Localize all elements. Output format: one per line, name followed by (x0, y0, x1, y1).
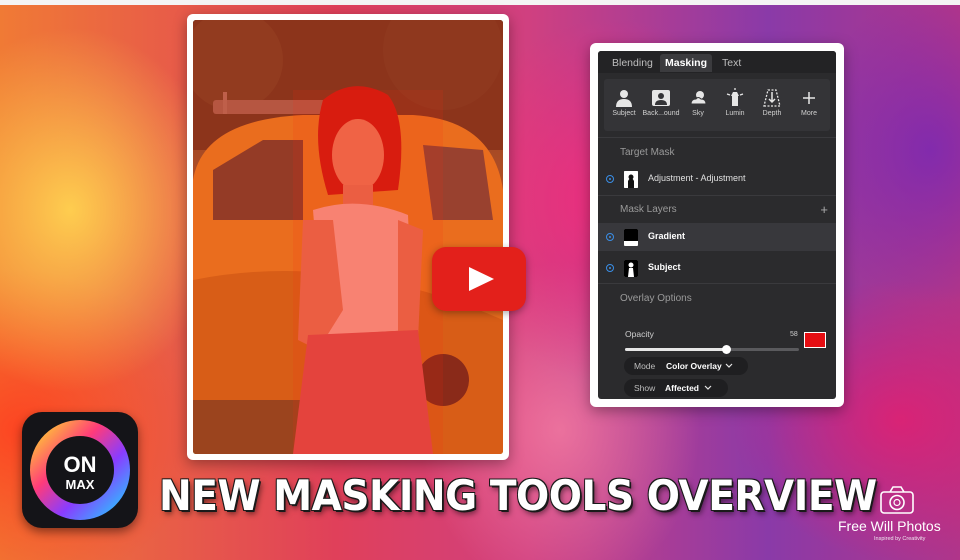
show-dropdown[interactable]: Show Affected (624, 379, 728, 397)
plus-icon (803, 92, 815, 104)
video-title: NEW MASKING TOOLS OVERVIEW (159, 471, 877, 520)
overlay-color-swatch[interactable] (804, 332, 826, 348)
logo-on-text: ON (64, 452, 97, 477)
watermark-tagline: Inspired by Creativity (874, 536, 926, 542)
divider (598, 283, 836, 284)
target-mask-heading: Target Mask (620, 147, 675, 158)
play-button[interactable] (432, 247, 526, 311)
tab-text[interactable]: Text (722, 54, 741, 72)
opacity-slider[interactable] (625, 345, 799, 354)
tool-depth[interactable]: Depth (753, 79, 791, 131)
top-border (0, 0, 960, 5)
tool-luminance[interactable]: Lumin (716, 79, 754, 131)
divider (598, 195, 836, 196)
camera-icon (880, 486, 914, 514)
on1-max-app-logo: ON MAX (22, 412, 138, 528)
masked-photo (193, 20, 503, 454)
tab-blending[interactable]: Blending (612, 54, 653, 72)
divider (598, 137, 836, 138)
show-value: Affected (665, 383, 700, 393)
eye-icon[interactable] (606, 233, 614, 241)
chevron-down-icon (704, 385, 712, 390)
tool-sky[interactable]: Sky (679, 79, 717, 131)
tool-sky-label: Sky (692, 110, 704, 117)
panel-tabs: Blending Masking Text (598, 51, 836, 73)
mode-dropdown[interactable]: Mode Color Overlay (624, 357, 748, 375)
mode-label: Mode (634, 361, 656, 371)
target-mask-row[interactable]: Adjustment - Adjustment (598, 165, 836, 193)
person-icon (616, 90, 632, 107)
luminance-icon (726, 88, 744, 106)
opacity-slider-fill (625, 348, 726, 351)
masking-panel-card: Blending Masking Text Subject Back...oun… (590, 43, 844, 407)
masking-panel: Blending Masking Text Subject Back...oun… (598, 51, 836, 399)
tool-subject-label: Subject (612, 110, 636, 117)
opacity-label: Opacity (625, 329, 654, 339)
mode-value: Color Overlay (666, 361, 722, 371)
opacity-slider-handle[interactable] (721, 345, 731, 354)
sky-icon (690, 91, 707, 105)
watermark-name: Free Will Photos (838, 518, 941, 534)
mask-layers-heading: Mask Layers (620, 204, 677, 215)
mask-layer-row-subject[interactable]: Subject (598, 254, 836, 282)
logo-max-text: MAX (66, 477, 95, 492)
photo-card (187, 14, 509, 460)
eye-icon[interactable] (606, 175, 614, 183)
gradient-thumbnail (624, 229, 638, 246)
mask-thumbnail (624, 171, 638, 188)
tab-masking[interactable]: Masking (660, 54, 713, 72)
tool-luminance-label: Lumin (725, 110, 745, 117)
mask-layer-label: Subject (648, 262, 681, 272)
aperture-icon: ON MAX (30, 420, 130, 520)
tool-background-label: Back...ound (642, 110, 680, 117)
show-label: Show (634, 383, 656, 393)
mask-layer-row-gradient[interactable]: Gradient (598, 223, 836, 251)
subject-thumbnail (624, 260, 638, 277)
opacity-value: 58 (790, 331, 798, 338)
mask-tools-toolbar: Subject Back...ound Sky Lumin Depth More (604, 79, 830, 131)
tool-more[interactable]: More (790, 79, 828, 131)
tool-depth-label: Depth (762, 110, 782, 117)
overlay-options-heading: Overlay Options (620, 293, 692, 304)
tool-background[interactable]: Back...ound (642, 79, 680, 131)
tool-more-label: More (801, 110, 817, 117)
mask-layer-label: Gradient (648, 231, 686, 241)
target-mask-label: Adjustment - Adjustment (648, 173, 746, 183)
tool-subject[interactable]: Subject (605, 79, 643, 131)
play-icon (469, 267, 494, 291)
watermark: Free Will Photos Inspired by Creativity (838, 484, 960, 550)
depth-icon (763, 89, 781, 107)
eye-icon[interactable] (606, 264, 614, 272)
background-icon (652, 90, 670, 106)
photo-illustration (193, 20, 503, 454)
chevron-down-icon (725, 363, 733, 368)
add-mask-layer-button[interactable]: + (820, 203, 828, 216)
thumbnail-canvas: Blending Masking Text Subject Back...oun… (0, 0, 960, 560)
